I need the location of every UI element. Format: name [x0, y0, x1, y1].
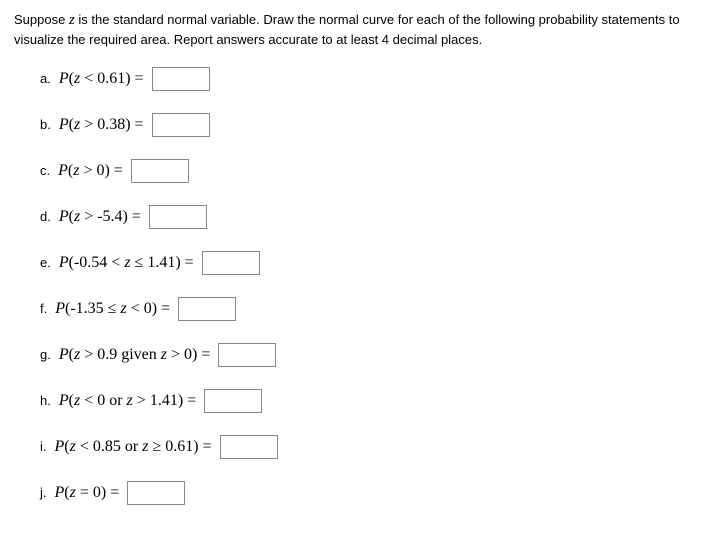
question-b: b. P(z > 0.38) =: [40, 113, 694, 137]
q-expression: P(z > -5.4) =: [59, 206, 141, 228]
q-label: c.: [40, 162, 50, 180]
q-label: e.: [40, 254, 51, 272]
q-label: h.: [40, 392, 51, 410]
q-label: b.: [40, 116, 51, 134]
question-list: a. P(z < 0.61) = b. P(z > 0.38) = c. P(z…: [14, 67, 694, 505]
question-j: j. P(z = 0) =: [40, 481, 694, 505]
q-expression: P(-0.54 < z ≤ 1.41) =: [59, 252, 194, 274]
answer-input-f[interactable]: [178, 297, 236, 321]
q-expression: P(z < 0 or z > 1.41) =: [59, 390, 196, 412]
q-label: i.: [40, 438, 47, 456]
q-label: g.: [40, 346, 51, 364]
q-expression: P(z < 0.85 or z ≥ 0.61) =: [55, 436, 212, 458]
q-label: a.: [40, 70, 51, 88]
instructions: Suppose z is the standard normal variabl…: [14, 10, 694, 49]
q-label: f.: [40, 300, 47, 318]
q-expression: P(z > 0.38) =: [59, 114, 144, 136]
q-label: d.: [40, 208, 51, 226]
question-g: g. P(z > 0.9 given z > 0) =: [40, 343, 694, 367]
answer-input-c[interactable]: [131, 159, 189, 183]
answer-input-d[interactable]: [149, 205, 207, 229]
answer-input-a[interactable]: [152, 67, 210, 91]
answer-input-b[interactable]: [152, 113, 210, 137]
question-e: e. P(-0.54 < z ≤ 1.41) =: [40, 251, 694, 275]
answer-input-g[interactable]: [218, 343, 276, 367]
answer-input-j[interactable]: [127, 481, 185, 505]
question-c: c. P(z > 0) =: [40, 159, 694, 183]
q-expression: P(z < 0.61) =: [59, 68, 144, 90]
intro-post: is the standard normal variable. Draw th…: [14, 12, 680, 47]
q-label: j.: [40, 484, 47, 502]
question-h: h. P(z < 0 or z > 1.41) =: [40, 389, 694, 413]
intro-pre: Suppose: [14, 12, 69, 27]
answer-input-i[interactable]: [220, 435, 278, 459]
question-f: f. P(-1.35 ≤ z < 0) =: [40, 297, 694, 321]
q-expression: P(z > 0.9 given z > 0) =: [59, 344, 211, 366]
q-expression: P(z > 0) =: [58, 160, 123, 182]
question-a: a. P(z < 0.61) =: [40, 67, 694, 91]
question-i: i. P(z < 0.85 or z ≥ 0.61) =: [40, 435, 694, 459]
q-expression: P(-1.35 ≤ z < 0) =: [55, 298, 170, 320]
answer-input-h[interactable]: [204, 389, 262, 413]
answer-input-e[interactable]: [202, 251, 260, 275]
q-expression: P(z = 0) =: [55, 482, 120, 504]
question-d: d. P(z > -5.4) =: [40, 205, 694, 229]
